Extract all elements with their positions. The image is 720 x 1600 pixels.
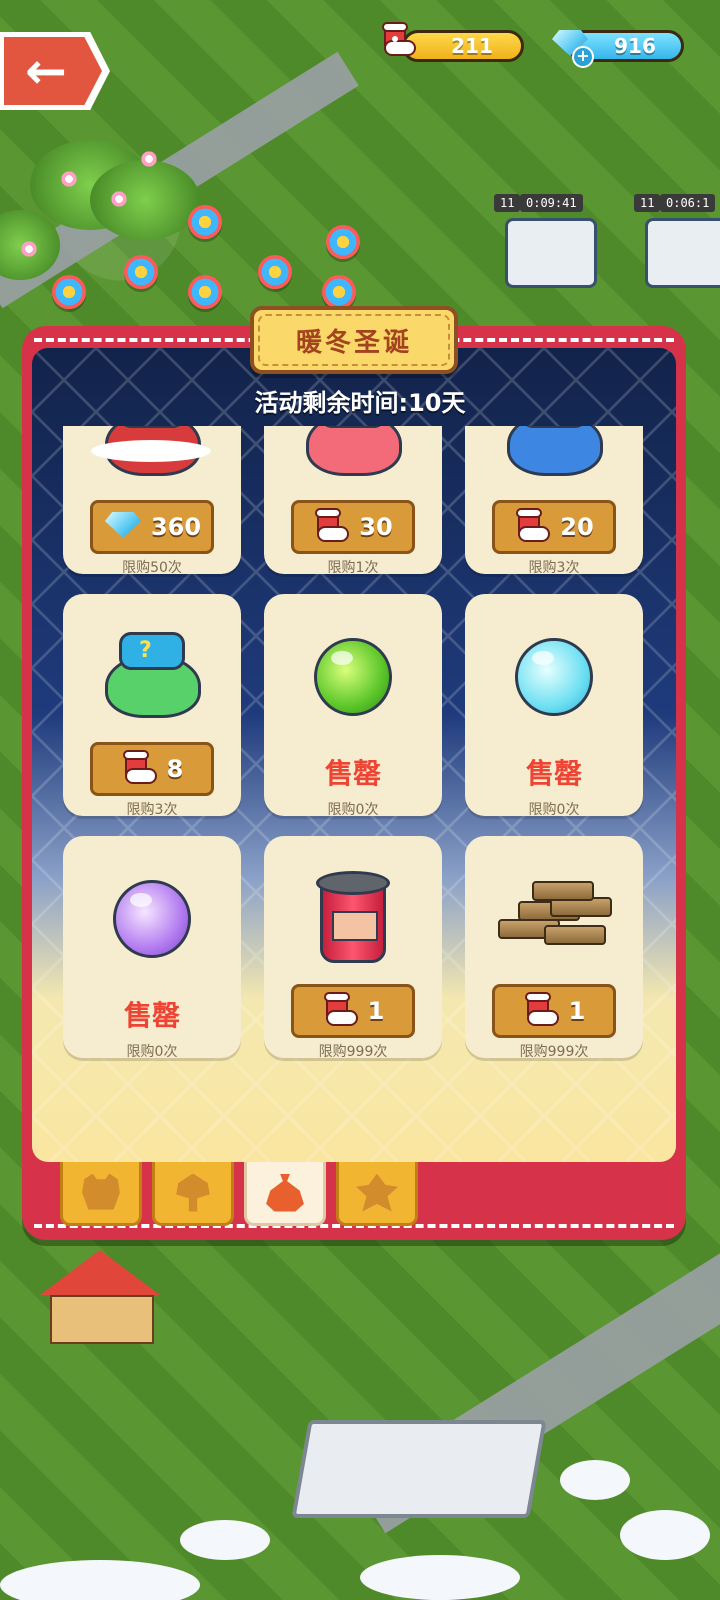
shop-item-card[interactable]: 1 限购999次 bbox=[465, 836, 643, 1058]
buy-price-button[interactable]: 1 bbox=[291, 984, 415, 1038]
tab-tree[interactable] bbox=[152, 1162, 234, 1226]
christmas-sock-icon bbox=[313, 508, 351, 546]
sold-out-label: 售罄 bbox=[525, 757, 582, 790]
building-level-a: 11 bbox=[494, 194, 521, 212]
building-level-b: 11 bbox=[634, 194, 661, 212]
buy-price-button[interactable]: 20 bbox=[492, 500, 616, 554]
purchase-limit: 限购0次 bbox=[126, 1044, 178, 1058]
mystery-box-sack-icon: ? bbox=[97, 632, 207, 722]
christmas-gift-sack-icon bbox=[91, 426, 211, 480]
sock-currency-counter: 211 bbox=[402, 30, 524, 62]
dialog-title: 暖冬圣诞 bbox=[295, 327, 412, 358]
purchase-limit: 限购3次 bbox=[126, 802, 178, 816]
christmas-sock-icon bbox=[121, 750, 159, 788]
shop-item-card[interactable]: 1 限购999次 bbox=[264, 836, 442, 1058]
green-orb-icon bbox=[314, 638, 392, 716]
building-timer-a: 0:09:41 bbox=[520, 194, 583, 212]
purple-orb-icon bbox=[113, 880, 191, 958]
buy-price-button[interactable]: 1 bbox=[492, 984, 616, 1038]
christmas-sock-icon bbox=[514, 508, 552, 546]
christmas-sock-icon bbox=[523, 992, 561, 1030]
sold-out-label: 售罄 bbox=[123, 999, 180, 1032]
tab-leaf[interactable] bbox=[336, 1162, 418, 1226]
leaf-icon bbox=[356, 1173, 398, 1212]
shop-item-card[interactable]: 360 限购50次 bbox=[63, 426, 241, 574]
shop-item-card[interactable]: ? 8 限购3次 bbox=[63, 594, 241, 816]
bear-icon bbox=[82, 1173, 120, 1210]
tab-bag[interactable] bbox=[244, 1162, 326, 1226]
diamond-icon bbox=[103, 510, 143, 544]
purchase-limit: 限购0次 bbox=[327, 802, 379, 816]
buy-price-button[interactable]: 30 bbox=[291, 500, 415, 554]
buy-price-button[interactable]: 360 bbox=[90, 500, 214, 554]
event-remaining-time: 活动剩余时间:10天 bbox=[254, 389, 466, 417]
bag-icon bbox=[266, 1173, 304, 1212]
shop-item-card[interactable]: 售罄 限购0次 bbox=[264, 594, 442, 816]
pink-robot-bed-icon bbox=[298, 426, 408, 480]
building-timer-b: 0:06:1 bbox=[660, 194, 716, 212]
purchase-limit: 限购3次 bbox=[528, 560, 580, 574]
purchase-limit: 限购1次 bbox=[327, 560, 379, 574]
back-button[interactable]: ← bbox=[0, 32, 110, 110]
sold-out-label: 售罄 bbox=[324, 757, 381, 790]
sock-count: 211 bbox=[451, 34, 493, 58]
shop-item-card[interactable]: 20 限购3次 bbox=[465, 426, 643, 574]
ice-orb-icon bbox=[515, 638, 593, 716]
gem-count: 916 bbox=[614, 34, 656, 58]
purchase-limit: 限购50次 bbox=[122, 560, 182, 574]
shop-item-card[interactable]: 30 限购1次 bbox=[264, 426, 442, 574]
red-can-icon bbox=[312, 871, 394, 967]
diamond-plus-icon[interactable]: + bbox=[550, 28, 594, 68]
buy-price-button[interactable]: 8 bbox=[90, 742, 214, 796]
shop-item-card[interactable]: 售罄 限购0次 bbox=[465, 594, 643, 816]
purchase-limit: 限购999次 bbox=[519, 1044, 589, 1058]
blue-robot-bed-icon bbox=[499, 426, 609, 480]
tree-icon bbox=[176, 1173, 210, 1212]
purchase-limit: 限购0次 bbox=[528, 802, 580, 816]
christmas-sock-icon bbox=[380, 22, 418, 60]
wood-logs-icon bbox=[494, 879, 614, 959]
shop-item-grid[interactable]: 360 限购50次 30 限购1次 20 限购3次 ? 8 限购3次 售罄 限购… bbox=[54, 426, 664, 1156]
tab-bear[interactable] bbox=[60, 1162, 142, 1226]
purchase-limit: 限购999次 bbox=[318, 1044, 388, 1058]
shop-item-card[interactable]: 售罄 限购0次 bbox=[63, 836, 241, 1058]
christmas-sock-icon bbox=[322, 992, 360, 1030]
back-arrow-icon: ← bbox=[25, 42, 67, 100]
dialog-title-plate: 暖冬圣诞 bbox=[250, 306, 458, 374]
